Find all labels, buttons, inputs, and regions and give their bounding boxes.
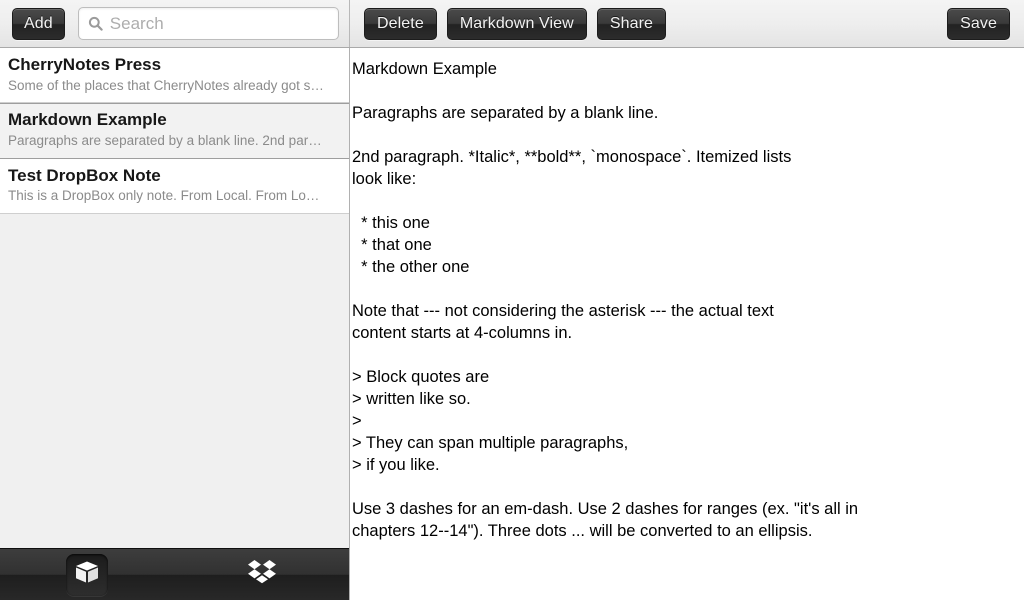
dropbox-icon bbox=[247, 558, 277, 591]
list-item[interactable]: Test DropBox Note This is a DropBox only … bbox=[0, 158, 349, 214]
main-body: CherryNotes Press Some of the places that… bbox=[0, 48, 1024, 600]
toolbar-left-section: Add bbox=[0, 0, 350, 47]
share-button[interactable]: Share bbox=[596, 7, 667, 40]
note-list[interactable]: CherryNotes Press Some of the places that… bbox=[0, 48, 349, 548]
search-input[interactable] bbox=[109, 13, 330, 34]
sidebar: CherryNotes Press Some of the places that… bbox=[0, 48, 350, 600]
search-icon bbox=[88, 16, 103, 31]
note-title: Markdown Example bbox=[8, 110, 167, 130]
delete-button[interactable]: Delete bbox=[364, 7, 437, 40]
dropbox-tab[interactable] bbox=[175, 549, 350, 600]
toolbar-right-section: Delete Markdown View Share Save bbox=[350, 0, 1024, 47]
note-preview: Paragraphs are separated by a blank line… bbox=[8, 133, 322, 149]
markdown-view-button[interactable]: Markdown View bbox=[446, 7, 587, 40]
dropbox-tab-background bbox=[241, 554, 283, 596]
top-toolbar: Add Delete Markdown View Share Save bbox=[0, 0, 1024, 48]
add-button[interactable]: Add bbox=[12, 7, 65, 40]
save-button[interactable]: Save bbox=[947, 7, 1010, 40]
list-item[interactable]: Markdown Example Paragraphs are separated… bbox=[0, 103, 349, 159]
search-field[interactable] bbox=[77, 7, 339, 40]
note-title: CherryNotes Press bbox=[8, 55, 162, 74]
note-editor[interactable]: Markdown Example Paragraphs are separate… bbox=[350, 48, 1024, 600]
app-window: Add Delete Markdown View Share Save bbox=[0, 0, 1024, 600]
bottom-tab-bar bbox=[0, 548, 349, 600]
note-list-empty-area bbox=[0, 213, 349, 534]
box-icon bbox=[74, 559, 100, 590]
note-preview: Some of the places that CherryNotes alre… bbox=[8, 77, 324, 93]
local-notes-tab-background bbox=[66, 553, 109, 596]
local-notes-tab[interactable] bbox=[0, 549, 175, 600]
note-editor-text[interactable]: Markdown Example Paragraphs are separate… bbox=[352, 58, 1012, 542]
note-title: Test DropBox Note bbox=[8, 165, 161, 185]
list-item[interactable]: CherryNotes Press Some of the places that… bbox=[0, 48, 349, 104]
note-preview: This is a DropBox only note. From Local.… bbox=[8, 188, 320, 204]
